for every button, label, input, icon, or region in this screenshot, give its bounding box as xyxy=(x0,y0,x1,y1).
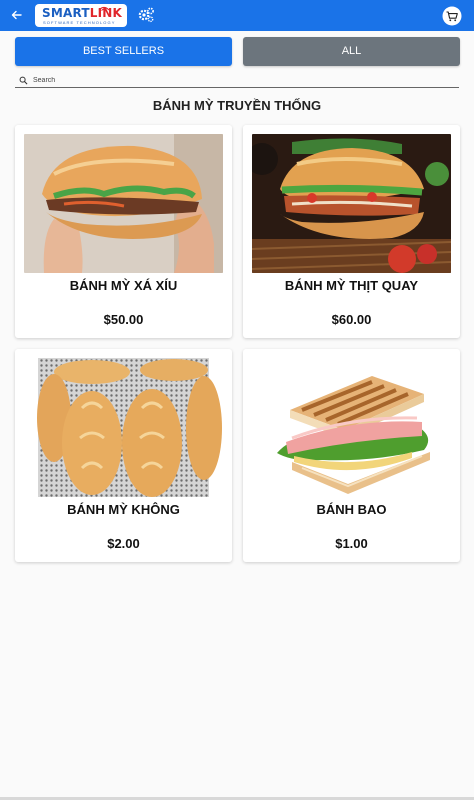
arrow-left-icon[interactable] xyxy=(9,7,25,23)
product-card[interactable]: BÁNH BAO $1.00 xyxy=(243,349,460,562)
product-price: $1.00 xyxy=(335,536,368,551)
product-card[interactable]: BÁNH MỲ XÁ XÍU $50.00 xyxy=(15,125,232,338)
product-name: BÁNH MỲ XÁ XÍU xyxy=(69,278,178,293)
product-name: BÁNH MỲ KHÔNG xyxy=(67,502,180,517)
smartlink-logo: SMARTLINK SOFTWARE TECHNOLOGY xyxy=(35,4,127,27)
section-title: BÁNH MỲ TRUYỀN THỐNG xyxy=(152,98,322,113)
product-name: BÁNH MỲ THỊT QUAY xyxy=(284,278,419,293)
search-icon xyxy=(19,76,28,85)
gears-icon[interactable] xyxy=(137,6,155,24)
tab-all[interactable]: ALL xyxy=(243,37,460,66)
product-image xyxy=(24,358,223,497)
category-tabs: BEST SELLERS ALL xyxy=(15,37,460,66)
search-bar xyxy=(15,73,459,88)
product-image xyxy=(24,134,223,273)
product-name: BÁNH BAO xyxy=(316,502,387,517)
logo-tagline: SOFTWARE TECHNOLOGY xyxy=(43,20,116,25)
tab-best-sellers[interactable]: BEST SELLERS xyxy=(15,37,232,66)
product-price: $60.00 xyxy=(331,312,372,327)
product-card[interactable]: BÁNH MỲ KHÔNG $2.00 xyxy=(15,349,232,562)
app-header: SMARTLINK SOFTWARE TECHNOLOGY xyxy=(0,0,474,31)
search-input[interactable] xyxy=(33,74,433,86)
cart-icon[interactable] xyxy=(442,6,462,26)
product-price: $50.00 xyxy=(103,312,144,327)
product-price: $2.00 xyxy=(107,536,140,551)
product-card[interactable]: BÁNH MỲ THỊT QUAY $60.00 xyxy=(243,125,460,338)
product-image xyxy=(252,358,451,497)
logo-wordmark: SMARTLINK xyxy=(42,6,123,20)
product-image xyxy=(252,134,451,273)
